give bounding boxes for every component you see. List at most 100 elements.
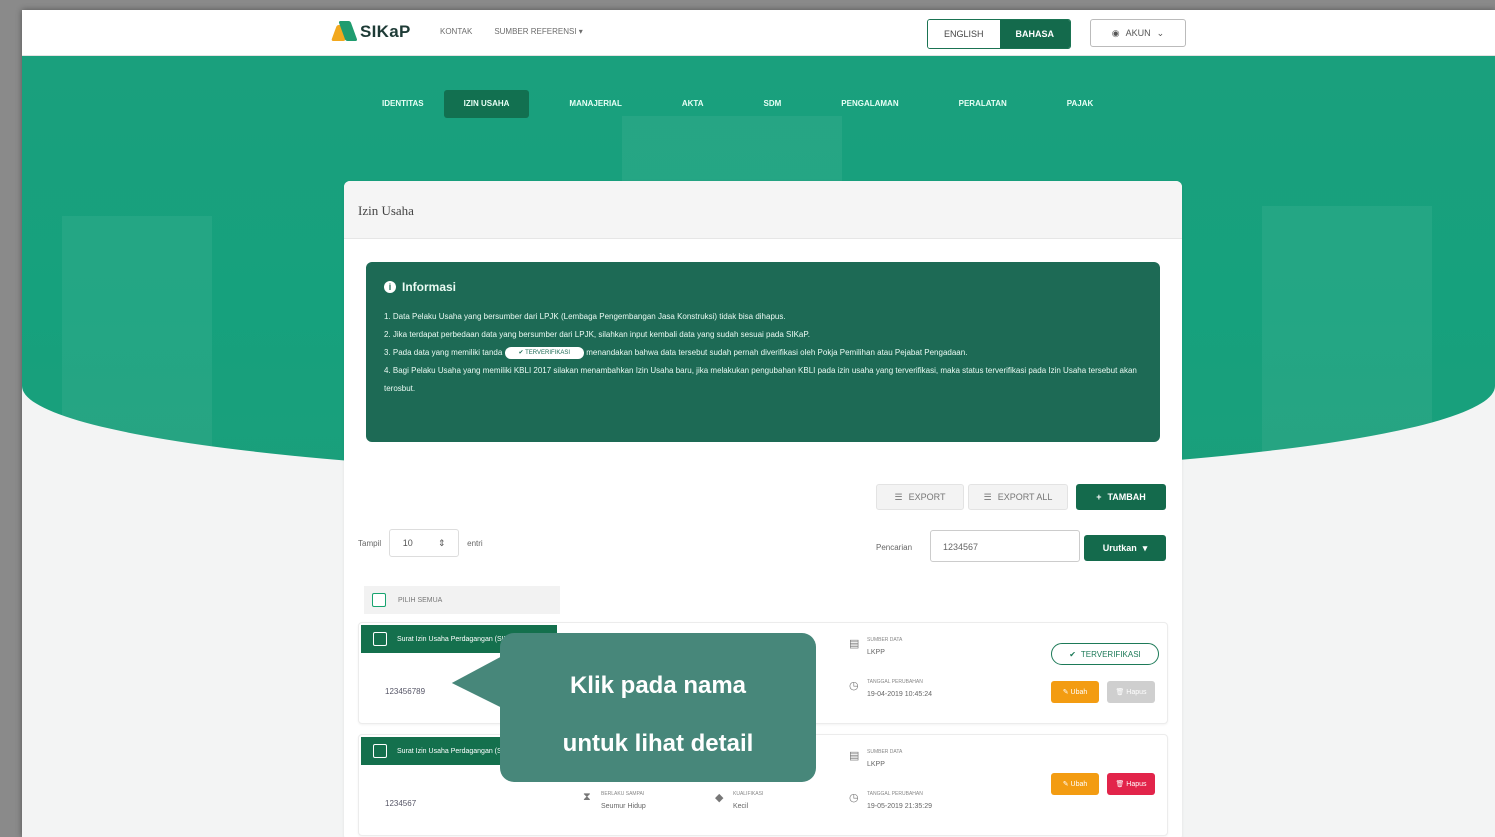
card-title: Izin Usaha <box>344 181 1182 239</box>
clock-icon: ◷ <box>849 680 859 692</box>
verified-label: TERVERIFIKASI <box>1080 649 1141 659</box>
chevron-down-icon: ⌄ <box>1156 27 1165 38</box>
sort-button[interactable]: Urutkan ▾ <box>1084 535 1166 561</box>
export-all-button[interactable]: ☰ EXPORT ALL <box>968 484 1068 510</box>
info-title: i Informasi <box>384 280 1142 294</box>
info-title-text: Informasi <box>402 280 457 294</box>
hapus-button-disabled: 🗑 Hapus <box>1107 681 1155 703</box>
database-icon: ▤ <box>849 750 860 762</box>
tab-akta[interactable]: AKTA <box>642 90 724 118</box>
berlaku-sampai: ⧗ BERLAKU SAMPAI Seumur Hidup <box>583 791 646 810</box>
check-icon: ✔ <box>1069 649 1076 659</box>
tab-identitas[interactable]: IDENTITAS <box>362 90 444 118</box>
top-nav-links: KONTAK SUMBER REFERENSI ▾ <box>440 27 583 36</box>
sumber-label: SUMBER DATA <box>867 749 903 755</box>
verified-pill: ✔ TERVERIFIKASI <box>504 346 585 359</box>
sort-label: Urutkan <box>1102 543 1137 553</box>
account-button[interactable]: ◉ AKUN ⌄ <box>1090 19 1186 47</box>
tag-icon: ◆ <box>715 792 724 804</box>
info-item: 4. Bagi Pelaku Usaha yang memiliki KBLI … <box>384 366 1137 393</box>
list-icon: ☰ <box>983 491 992 502</box>
background-building <box>62 216 212 476</box>
tab-izin-usaha[interactable]: IZIN USAHA <box>443 90 530 118</box>
berlaku-value: Seumur Hidup <box>601 803 646 810</box>
sikap-logo[interactable]: SIKaP <box>331 21 411 43</box>
info-item: 3. Pada data yang memiliki tanda ✔ TERVE… <box>384 344 1142 362</box>
entries-value: 10 <box>402 538 413 548</box>
edit-icon: ✎ <box>1062 689 1069 696</box>
sumber-label: SUMBER DATA <box>867 637 903 643</box>
info-list: 1. Data Pelaku Usaha yang bersumber dari… <box>384 308 1142 398</box>
lang-bahasa-button[interactable]: BAHASA <box>999 20 1071 48</box>
hapus-button[interactable]: 🗑 Hapus <box>1107 773 1155 795</box>
tanggal-perubahan: ◷ TANGGAL PERUBAHAN 19-04-2019 10:45:24 <box>849 679 932 698</box>
nav-sumber-label: SUMBER REFERENSI <box>494 27 577 36</box>
ubah-button[interactable]: ✎ Ubah <box>1051 773 1099 795</box>
tambah-label: TAMBAH <box>1107 492 1146 502</box>
callout-line-2: untuk lihat detail <box>562 730 754 757</box>
background-building <box>1262 206 1432 476</box>
background-building <box>622 116 842 186</box>
sumber-value: LKPP <box>867 761 885 768</box>
show-label: Tampil <box>358 538 382 548</box>
tanggal-label: TANGGAL PERUBAHAN <box>867 679 923 685</box>
select-all[interactable]: PILIH SEMUA <box>364 586 560 614</box>
info-item-text: menandakan bahwa data tersebut sudah per… <box>586 348 968 357</box>
verified-pill-label: TERVERIFIKASI <box>525 349 571 356</box>
search-label: Pencarian <box>876 543 913 552</box>
info-item: 2. Jika terdapat perbedaan data yang ber… <box>384 330 810 339</box>
chevron-down-icon: ▾ <box>578 27 583 36</box>
user-icon: ◉ <box>1111 27 1120 38</box>
kualifikasi: ◆ KUALIFIKASI Kecil <box>715 791 763 810</box>
top-navbar: SIKaP KONTAK SUMBER REFERENSI ▾ ENGLISH … <box>22 10 1495 56</box>
kualifikasi-label: KUALIFIKASI <box>733 791 764 797</box>
izin-title-link[interactable]: Surat Izin Usaha Perdagangan (SIUP) <box>397 636 516 643</box>
kualifikasi-value: Kecil <box>733 803 749 810</box>
export-all-label: EXPORT ALL <box>997 492 1053 502</box>
show-suffix: entri <box>467 538 483 548</box>
izin-number: 123456789 <box>385 687 426 696</box>
logo-icon <box>331 21 358 43</box>
select-all-label: PILIH SEMUA <box>398 596 443 604</box>
ubah-button[interactable]: ✎ Ubah <box>1051 681 1099 703</box>
nav-sumber-referensi[interactable]: SUMBER REFERENSI ▾ <box>494 27 582 36</box>
export-button[interactable]: ☰ EXPORT <box>876 484 964 510</box>
ubah-label: Ubah <box>1070 688 1088 696</box>
entries-select[interactable]: 10 ⇕ <box>389 529 460 557</box>
plus-icon: + <box>1096 492 1102 502</box>
select-all-checkbox[interactable] <box>372 593 386 607</box>
tutorial-callout: Klik pada nama untuk lihat detail <box>500 633 816 782</box>
search-input[interactable]: 1234567 <box>930 530 1080 562</box>
sumber-value: LKPP <box>867 649 885 656</box>
tab-pengalaman[interactable]: PENGALAMAN <box>801 90 918 118</box>
hourglass-icon: ⧗ <box>583 791 591 803</box>
row-checkbox[interactable] <box>373 632 387 646</box>
nav-kontak[interactable]: KONTAK <box>440 27 472 36</box>
profile-tabs: IDENTITAS IZIN USAHA MANAJERIAL AKTA SDM… <box>362 90 1113 118</box>
info-box: i Informasi 1. Data Pelaku Usaha yang be… <box>366 262 1160 442</box>
tab-manajerial[interactable]: MANAJERIAL <box>529 90 641 118</box>
info-icon: i <box>384 281 396 293</box>
izin-number: 1234567 <box>385 799 417 808</box>
trash-icon: 🗑 <box>1115 781 1125 788</box>
database-icon: ▤ <box>849 638 860 650</box>
tanggal-perubahan: ◷ TANGGAL PERUBAHAN 19-05-2019 21:35:29 <box>849 791 932 810</box>
account-label: AKUN <box>1125 28 1151 38</box>
export-label: EXPORT <box>908 492 946 502</box>
sumber-data: ▤ SUMBER DATA LKPP <box>849 637 902 656</box>
verified-badge: ✔ TERVERIFIKASI <box>1051 643 1159 665</box>
callout-line-1: Klik pada nama <box>569 672 747 699</box>
entries-control: Tampil 10 ⇕ entri <box>358 529 483 557</box>
lang-english-button[interactable]: ENGLISH <box>928 20 1000 48</box>
tambah-button[interactable]: + TAMBAH <box>1076 484 1166 510</box>
tab-peralatan[interactable]: PERALATAN <box>919 90 1027 118</box>
row-checkbox[interactable] <box>373 744 387 758</box>
tanggal-label: TANGGAL PERUBAHAN <box>867 791 923 797</box>
tab-sdm[interactable]: SDM <box>724 90 802 118</box>
izin-title-link[interactable]: Surat Izin Usaha Perdagangan (SIUP) <box>397 748 516 755</box>
edit-icon: ✎ <box>1062 781 1069 788</box>
tanggal-value: 19-05-2019 21:35:29 <box>867 803 932 810</box>
tab-pajak[interactable]: PAJAK <box>1027 90 1114 118</box>
berlaku-label: BERLAKU SAMPAI <box>601 791 645 797</box>
trash-icon: 🗑 <box>1115 689 1125 696</box>
